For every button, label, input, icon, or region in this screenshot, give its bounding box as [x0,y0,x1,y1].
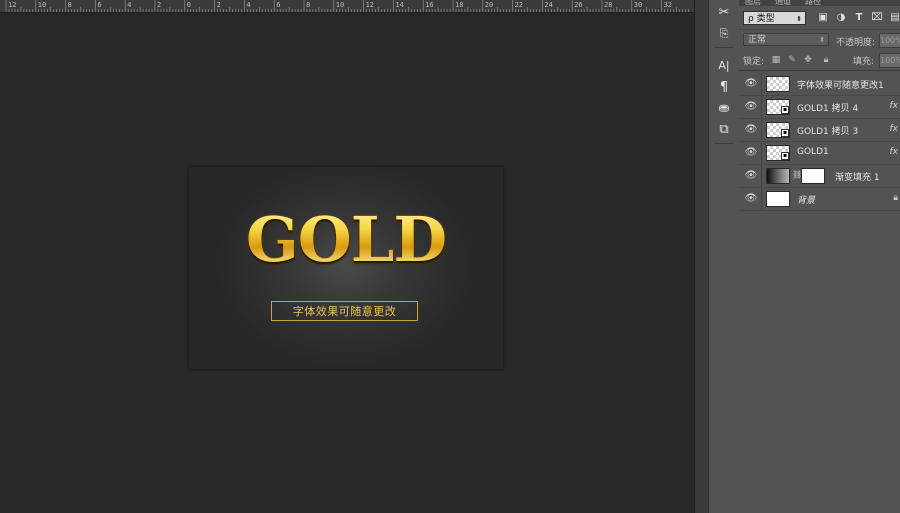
opacity-label: 不透明度: [836,38,876,48]
fx-icon[interactable]: fx [890,147,899,157]
ruler-label: 2 [217,1,221,9]
document-canvas[interactable]: GOLD 字体效果可随意更改 [189,167,503,369]
layers-panel: 图层 通道 路径 ρ 类型⬍ ▣ ◑ T ⌧ ▤ 正常⬍ 不透明度: 100% … [739,0,900,513]
shape-filter-icon[interactable]: ⌧ [871,12,883,24]
layer-filter-select[interactable]: ρ 类型 ⬍ [743,11,806,25]
visibility-eye-icon[interactable]: 👁︎ [744,193,758,205]
opacity-input[interactable]: 100% [879,33,900,48]
layer-thumbnail [766,191,790,207]
ruler-label: 8 [68,1,72,9]
ruler-label: 26 [574,1,582,9]
panel-empty-area [739,211,900,513]
ruler-label: 6 [276,1,280,9]
tool-divider [715,143,733,144]
ruler-label: 10 [336,1,344,9]
ruler-label: 2 [157,1,161,9]
ruler-label: 4 [127,1,131,9]
visibility-eye-icon[interactable]: 👁︎ [744,78,758,90]
3d-panel-icon[interactable]: ⛂ [714,99,734,117]
ruler-label: 0 [187,1,191,9]
layer-filter-row: ρ 类型 ⬍ ▣ ◑ T ⌧ ▤ [739,7,900,30]
blend-row: 正常⬍ 不透明度: 100% [739,30,900,50]
clone-source-icon[interactable]: ⧉ [714,120,734,138]
lock-transparency-icon[interactable]: ▦ [771,55,781,65]
tab-paths[interactable]: 路径 [805,0,821,7]
panel-icon-strip: ✂ ⎘ A| ¶ ⛂ ⧉ [708,0,740,513]
smart-object-icon: ▪ [781,152,789,160]
layer-list: 👁︎ 字体效果可随意更改1 👁︎ ▪ GOLD1 拷贝 4 fx 👁︎ ▪ GO… [739,73,900,211]
layer-thumbnail: ▪ [766,122,790,138]
layer-name: GOLD1 拷贝 3 [797,127,859,137]
tab-channels[interactable]: 通道 [775,0,791,7]
layer-row[interactable]: 👁︎ 字体效果可随意更改1 [739,73,900,96]
caption-box: 字体效果可随意更改 [271,301,418,321]
ruler-label: 8 [306,1,310,9]
panel-tabs: 图层 通道 路径 [739,0,900,6]
tab-layers[interactable]: 图层 [745,0,761,7]
paragraph-panel-icon[interactable]: ¶ [714,78,734,96]
layer-name: 渐变填充 1 [835,173,880,183]
lock-all-icon[interactable]: 🔒︎ [821,55,831,65]
ruler-label: 30 [634,1,642,9]
smart-object-filter-icon[interactable]: ▤ [889,12,900,24]
character-panel-icon[interactable]: A| [714,56,734,74]
ruler-label: 20 [485,1,493,9]
layer-thumbnail: ▪ [766,99,790,115]
ruler-label: 16 [425,1,433,9]
gold-headline: GOLD [189,205,503,275]
layer-name: GOLD1 拷贝 4 [797,104,859,114]
fill-input[interactable]: 100% [879,53,900,68]
layer-name: 背景 [797,196,816,206]
fill-label: 填充: [853,57,875,67]
ruler-label: 4 [246,1,250,9]
layer-thumbnail: ▪ [766,145,790,161]
ruler-label: 22 [515,1,523,9]
ruler-label: 28 [604,1,612,9]
layer-thumbnail [766,76,790,92]
visibility-eye-icon[interactable]: 👁︎ [744,101,758,113]
lock-position-icon[interactable]: ✥ [803,55,813,65]
caption-text: 字体效果可随意更改 [292,305,397,318]
visibility-eye-icon[interactable]: 👁︎ [744,124,758,136]
visibility-eye-icon[interactable]: 👁︎ [744,147,758,159]
blend-mode-select[interactable]: 正常 ⬍ [743,33,829,46]
smart-object-icon: ▪ [781,106,789,114]
image-filter-icon[interactable]: ▣ [817,12,829,24]
ruler-label: 12 [366,1,374,9]
adjustment-filter-icon[interactable]: ◑ [835,12,847,24]
scissors-tool-icon[interactable]: ✂ [714,3,734,21]
layer-lock-icon: 🔒︎ [893,193,898,203]
ruler-label: 10 [38,1,46,9]
canvas-area[interactable]: GOLD 字体效果可随意更改 [0,13,694,513]
layer-row[interactable]: 👁︎ ▪ GOLD1 拷贝 3 fx [739,119,900,142]
lock-label: 锁定: [743,57,765,67]
ruler-label: 18 [455,1,463,9]
ruler-label: 12 [8,1,16,9]
properties-tool-icon[interactable]: ⎘ [714,25,734,43]
horizontal-ruler[interactable]: 12 10 8 6 4 2 0 2 4 6 8 10 12 14 16 18 20 22 24 26 28 30 32 [0,0,694,13]
layer-name: GOLD1 [797,147,829,157]
ruler-label: 24 [544,1,552,9]
layer-name: 字体效果可随意更改1 [797,81,884,91]
layer-row[interactable]: 👁︎ ▪ GOLD1 拷贝 4 fx [739,96,900,119]
type-filter-icon[interactable]: T [853,12,865,24]
layer-row[interactable]: 👁︎ 背景 🔒︎ [739,188,900,211]
lock-pixels-icon[interactable]: ✎ [787,55,797,65]
tool-divider [715,47,733,48]
fx-icon[interactable]: fx [890,124,899,134]
layer-row[interactable]: 👁︎ ▪ GOLD1 fx [739,142,900,165]
fx-icon[interactable]: fx [890,101,899,111]
panel-gutter [694,0,709,513]
ruler-label: 32 [664,1,672,9]
layer-mask-thumbnail [801,168,825,184]
smart-object-icon: ▪ [781,129,789,137]
gradient-thumbnail [766,168,790,184]
ruler-label: 6 [97,1,101,9]
visibility-eye-icon[interactable]: 👁︎ [744,170,758,182]
ruler-label: 14 [395,1,403,9]
lock-row: 锁定: ▦ ✎ ✥ 🔒︎ 填充: 100% [739,50,900,71]
ruler-ticks: 12 10 8 6 4 2 0 2 4 6 8 10 12 14 16 18 20 22 24 26 28 30 32 [5,0,689,12]
layer-row[interactable]: 👁︎ ⛓ 渐变填充 1 [739,165,900,188]
